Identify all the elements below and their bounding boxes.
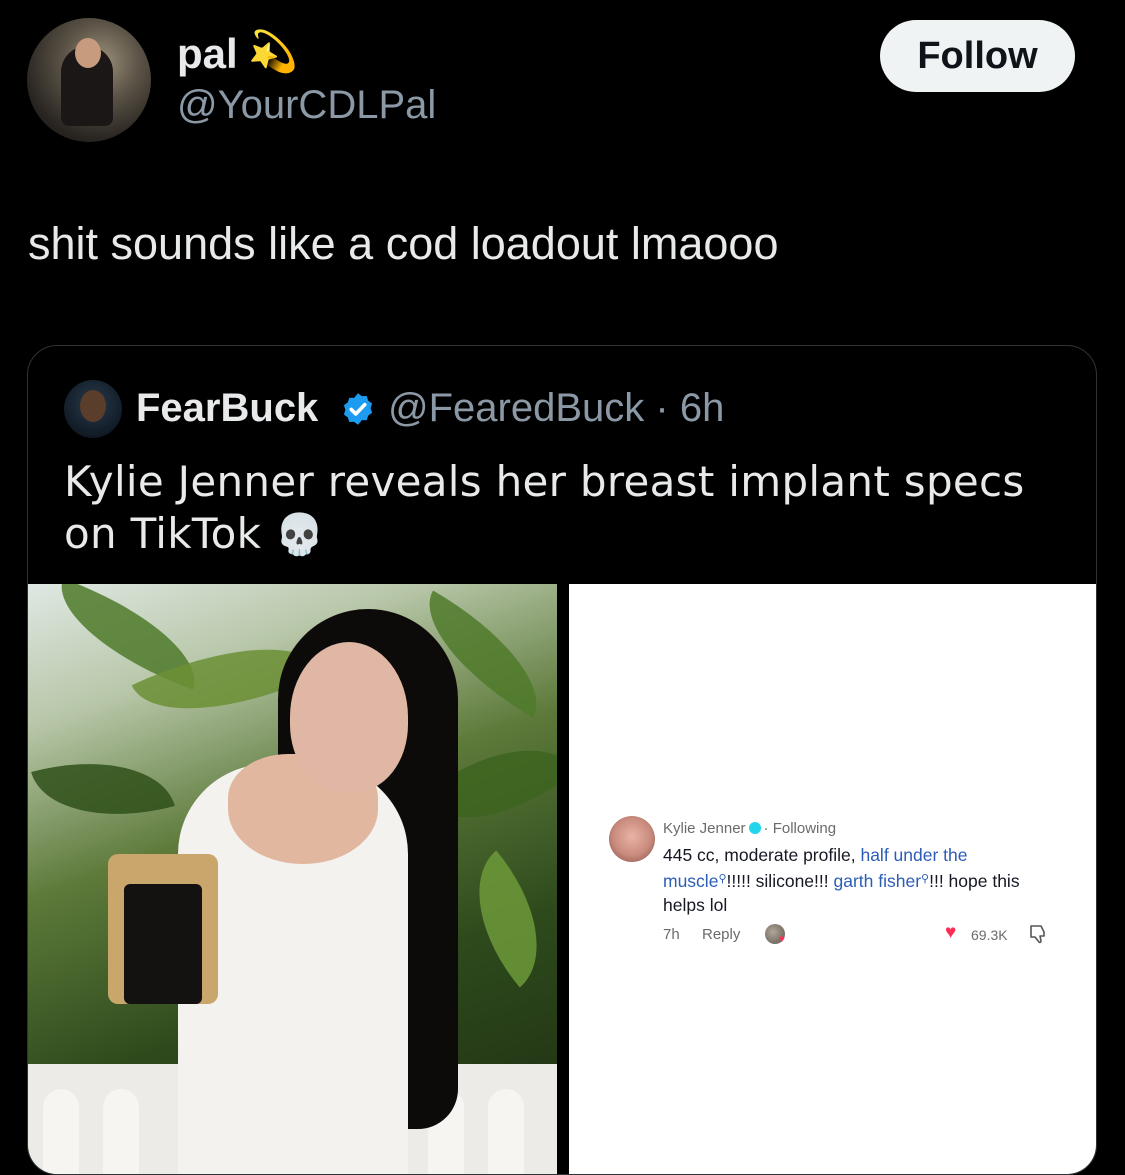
verified-badge-icon [343, 393, 373, 425]
following-label: · Following [763, 820, 837, 837]
avatar-head [75, 38, 101, 68]
user-handle[interactable]: @YourCDLPal [177, 83, 436, 128]
like-count: 69.3K [971, 927, 1008, 943]
display-name[interactable]: pal [177, 30, 238, 78]
media-photo-right[interactable]: Kylie Jenner · Following 445 cc, moderate… [569, 584, 1096, 1174]
tweet-text: shit sounds like a cod loadout lmaooo [28, 218, 779, 269]
quoted-text-body: Kylie Jenner reveals her breast implant … [64, 457, 1025, 558]
quoted-text: Kylie Jenner reveals her breast implant … [64, 456, 1064, 561]
skull-emoji-icon: 💀 [274, 512, 326, 558]
comment-time: 7h [663, 926, 680, 943]
comment-part2: !!!!! silicone!!! [726, 871, 834, 891]
comment-avatar [609, 816, 655, 862]
search-icon: ⚲ [921, 873, 930, 885]
search-icon: ⚲ [718, 873, 727, 885]
quoted-handle-time: @FearedBuck · 6h [388, 386, 725, 430]
quoted-display-name[interactable]: FearBuck [136, 386, 318, 431]
comment-reply: Reply [702, 926, 741, 943]
quoted-tweet-card[interactable]: FearBuck @FearedBuck · 6h Kylie Jenner r… [27, 345, 1097, 1175]
quoted-avatar[interactable] [64, 380, 122, 438]
dizzy-emoji-icon: 💫 [248, 30, 298, 74]
verified-check-icon [748, 822, 761, 834]
comment-part1: 445 cc, moderate profile, [663, 845, 861, 865]
profile-avatar[interactable] [27, 18, 151, 142]
creator-heart-icon: ♥ [779, 934, 785, 945]
dislike-icon [1030, 925, 1045, 944]
comment-author: Kylie Jenner · Following [663, 820, 836, 837]
media-photo-left[interactable] [28, 584, 557, 1174]
follow-button[interactable]: Follow [880, 20, 1075, 92]
comment-link-2: garth fisher [833, 871, 922, 891]
heart-icon: ♥ [945, 922, 957, 943]
comment-text: 445 cc, moderate profile, half under the… [663, 843, 1053, 917]
comment-author-name: Kylie Jenner [663, 820, 746, 837]
